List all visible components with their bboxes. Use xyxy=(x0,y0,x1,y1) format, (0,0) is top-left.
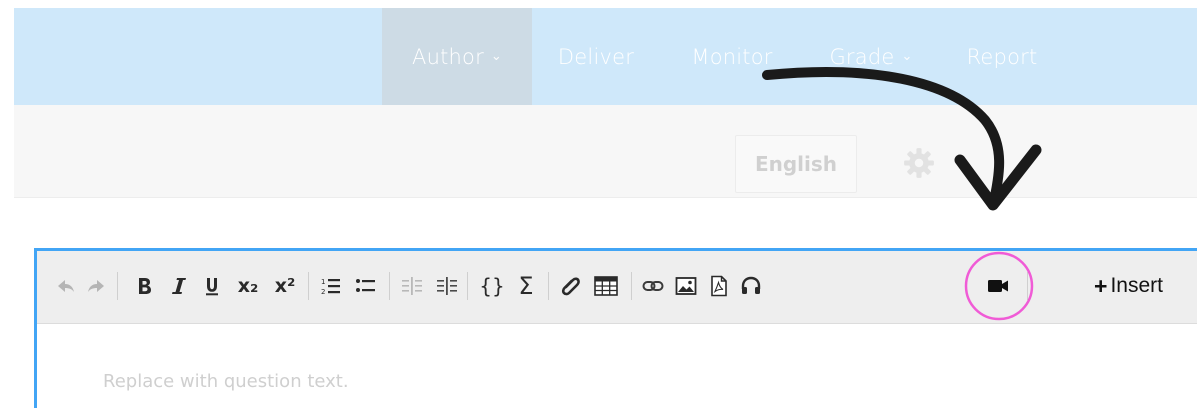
editor-toolbar: x₂ x² 12 {} Σ + Insert xyxy=(37,251,1197,324)
paperclip-icon[interactable] xyxy=(559,269,583,303)
toolbar-divider xyxy=(117,272,118,300)
italic-icon[interactable] xyxy=(168,269,190,303)
toolbar-divider xyxy=(308,272,309,300)
chevron-down-icon: ⌄ xyxy=(490,49,502,64)
link-icon[interactable] xyxy=(641,269,665,303)
subscript-button[interactable]: x₂ xyxy=(233,269,263,303)
math-sum-button[interactable]: Σ xyxy=(511,269,541,303)
subscript-label: x₂ xyxy=(237,275,259,297)
insert-label: Insert xyxy=(1110,274,1163,297)
nav-author-label: Author xyxy=(412,44,484,69)
nav-grade[interactable]: Grade ⌄ xyxy=(820,8,922,105)
bullet-list-icon[interactable] xyxy=(354,269,378,303)
language-button[interactable]: English xyxy=(735,135,857,193)
nav-report[interactable]: Report xyxy=(962,8,1042,105)
placeholder-text: Replace with question text. xyxy=(103,371,349,392)
undo-icon[interactable] xyxy=(55,269,77,303)
nav-grade-label: Grade xyxy=(829,44,895,69)
nav-report-label: Report xyxy=(966,44,1038,69)
language-label: English xyxy=(754,152,838,176)
braces-label: {} xyxy=(479,274,505,298)
superscript-label: x² xyxy=(274,275,296,297)
toolbar-divider xyxy=(631,272,632,300)
redo-icon[interactable] xyxy=(85,269,107,303)
sum-label: Σ xyxy=(518,272,534,300)
toolbar-divider xyxy=(467,272,468,300)
gear-icon[interactable] xyxy=(902,146,936,180)
question-text-placeholder[interactable]: Replace with question text. xyxy=(103,371,349,392)
superscript-button[interactable]: x² xyxy=(270,269,300,303)
nav-deliver[interactable]: Deliver xyxy=(552,8,640,105)
table-icon[interactable] xyxy=(593,269,619,303)
indent-icon[interactable] xyxy=(435,269,459,303)
underline-icon[interactable] xyxy=(201,269,223,303)
bold-icon[interactable] xyxy=(133,269,155,303)
plus-icon: + xyxy=(1094,272,1108,299)
insert-button[interactable]: + Insert xyxy=(1094,269,1163,303)
secondary-toolbar xyxy=(14,105,1197,198)
video-icon[interactable] xyxy=(983,269,1013,303)
svg-text:2: 2 xyxy=(321,288,325,296)
code-braces-button[interactable]: {} xyxy=(477,269,507,303)
question-editor[interactable]: x₂ x² 12 {} Σ + Insert Replace with quest… xyxy=(34,248,1197,408)
nav-deliver-label: Deliver xyxy=(557,44,635,69)
chevron-down-icon: ⌄ xyxy=(901,49,913,64)
toolbar-divider xyxy=(548,272,549,300)
nav-author[interactable]: Author ⌄ xyxy=(382,8,532,105)
nav-monitor[interactable]: Monitor xyxy=(683,8,781,105)
outdent-icon[interactable] xyxy=(400,269,424,303)
pdf-icon[interactable] xyxy=(707,269,731,303)
toolbar-divider xyxy=(389,272,390,300)
numbered-list-icon[interactable]: 12 xyxy=(319,269,343,303)
nav-monitor-label: Monitor xyxy=(691,44,773,69)
image-icon[interactable] xyxy=(674,269,698,303)
toolbar-divider xyxy=(1027,272,1028,300)
svg-text:1: 1 xyxy=(321,278,325,286)
headphones-icon[interactable] xyxy=(739,269,763,303)
